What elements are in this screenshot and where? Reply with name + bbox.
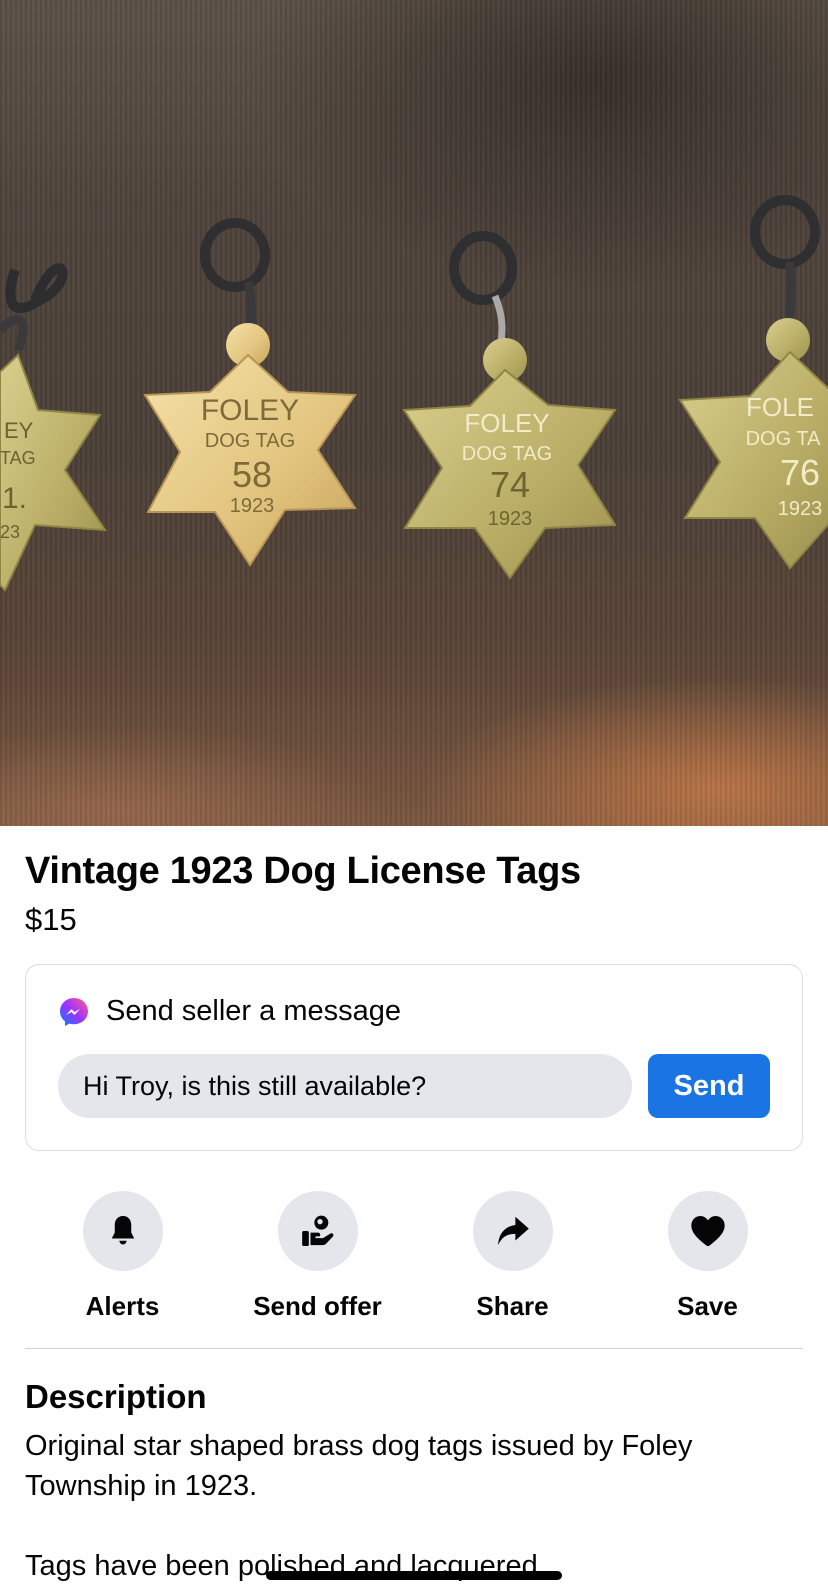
tag-1-line-4: 23 xyxy=(0,522,20,542)
save-label: Save xyxy=(677,1291,738,1321)
tag-1-line-3: 1. xyxy=(2,482,27,515)
save-button[interactable]: Save xyxy=(610,1191,805,1322)
tag-3-line-1: FOLEY xyxy=(464,408,549,438)
tag-4-line-2: DOG TA xyxy=(746,428,821,450)
send-button[interactable]: Send xyxy=(648,1054,770,1118)
message-seller-card: Send seller a message Send xyxy=(25,964,803,1151)
dog-tag-3: FOLEY DOG TAG 74 1923 xyxy=(402,231,617,580)
share-arrow-icon xyxy=(497,1216,529,1246)
alerts-label: Alerts xyxy=(85,1291,160,1321)
tag-2-line-2: DOG TAG xyxy=(205,430,295,452)
home-indicator[interactable] xyxy=(266,1571,562,1580)
tag-3-line-2: DOG TAG xyxy=(462,443,552,465)
share-circle[interactable] xyxy=(472,1191,553,1271)
heart-icon xyxy=(690,1216,725,1246)
messenger-icon xyxy=(60,997,88,1026)
save-circle[interactable] xyxy=(667,1191,748,1271)
tag-1-line-2: TAG xyxy=(0,448,36,468)
message-seller-header: Send seller a message xyxy=(58,995,401,1028)
listing-title: Vintage 1923 Dog License Tags xyxy=(25,850,581,892)
description-heading: Description xyxy=(25,1378,207,1415)
tag-2-line-4: 1923 xyxy=(230,495,275,517)
dog-tag-1: EY TAG 1. 23 xyxy=(0,263,107,592)
send-offer-circle[interactable] xyxy=(277,1191,358,1271)
tag-3-line-3: 74 xyxy=(490,464,530,505)
alerts-circle[interactable] xyxy=(82,1191,163,1271)
message-input[interactable] xyxy=(58,1054,632,1118)
dog-tag-4: FOLE DOG TA 76 1923 xyxy=(678,195,828,570)
tag-3-line-4: 1923 xyxy=(488,508,533,530)
bell-icon xyxy=(111,1216,134,1245)
dog-tags-image: EY TAG 1. 23 FOLEY DOG TAG 58 1923 FOLEY… xyxy=(0,195,828,592)
tag-2-line-1: FOLEY xyxy=(201,394,299,427)
listing-photo[interactable]: EY TAG 1. 23 FOLEY DOG TAG 58 1923 FOLEY… xyxy=(0,0,828,826)
alerts-button[interactable]: Alerts xyxy=(25,1191,220,1322)
send-offer-button[interactable]: Send offer xyxy=(220,1191,415,1322)
message-heading: Send seller a message xyxy=(106,995,401,1027)
dog-tag-2: FOLEY DOG TAG 58 1923 xyxy=(143,218,357,567)
tag-4-line-4: 1923 xyxy=(778,498,823,520)
offer-hand-icon xyxy=(301,1215,333,1246)
send-offer-label: Send offer xyxy=(253,1291,382,1321)
section-divider xyxy=(25,1348,803,1349)
tag-2-line-3: 58 xyxy=(232,454,272,495)
share-label: Share xyxy=(476,1291,549,1321)
share-button[interactable]: Share xyxy=(415,1191,610,1322)
tag-4-line-1: FOLE xyxy=(746,392,814,422)
description-text: Original star shaped brass dog tags issu… xyxy=(25,1430,693,1582)
listing-price: $15 xyxy=(25,902,77,937)
action-bar: Alerts Send offer Share Save xyxy=(25,1191,803,1321)
tag-4-line-3: 76 xyxy=(780,452,820,493)
tag-1-line-1: EY xyxy=(4,418,34,443)
